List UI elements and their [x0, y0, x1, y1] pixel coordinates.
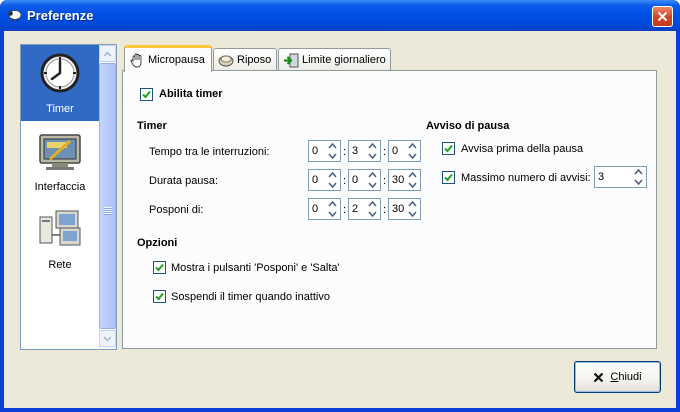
interval-hours-spin[interactable]: 0 — [308, 140, 341, 162]
duration-hours-spin[interactable]: 0 — [308, 169, 341, 191]
exit-icon — [283, 52, 299, 68]
spin-down-icon — [368, 211, 377, 217]
spin-down-icon — [368, 153, 377, 159]
tab-micropausa[interactable]: Micropausa — [124, 45, 212, 72]
sidebar-item-label: Interfaccia — [34, 181, 86, 193]
spin-down-icon — [328, 182, 337, 188]
app-sheep-icon — [7, 7, 23, 23]
sidebar-item-label: Timer — [46, 103, 74, 115]
spin-up-icon — [328, 201, 337, 207]
suspend-idle-checkbox[interactable] — [153, 290, 166, 303]
checkmark-icon — [444, 173, 453, 182]
window-title: Preferenze — [27, 8, 94, 23]
scroll-thumb[interactable] — [99, 63, 116, 329]
spin-up-icon — [368, 172, 377, 178]
warn-before-label[interactable]: Avvisa prima della pausa — [461, 143, 583, 155]
checkmark-icon — [155, 292, 164, 301]
tab-riposo[interactable]: Riposo — [213, 48, 277, 71]
spin-down-icon — [634, 179, 643, 185]
warning-heading: Avviso di pausa — [426, 120, 510, 132]
spin-up-icon — [328, 143, 337, 149]
network-icon — [36, 205, 84, 253]
micropausa-panel: Abilita timer Timer Tempo tra le interru… — [122, 70, 657, 349]
warn-before-checkbox[interactable] — [442, 142, 455, 155]
titlebar[interactable]: Preferenze — [0, 0, 680, 31]
monitor-icon — [36, 127, 84, 175]
postpone-seconds-spin[interactable]: 30 — [388, 198, 421, 220]
tab-label: Riposo — [237, 54, 272, 66]
spin-down-icon — [408, 182, 417, 188]
sidebar-item-timer[interactable]: Timer — [21, 45, 99, 121]
chevron-up-icon — [103, 50, 112, 57]
tab-limite-giornaliero[interactable]: Limite giornaliero — [278, 48, 391, 71]
category-sidebar: Timer Interfaccia Rete — [20, 44, 117, 350]
close-icon — [657, 11, 668, 22]
scroll-up-button[interactable] — [99, 45, 116, 62]
max-warnings-spin[interactable]: 3 — [594, 166, 647, 188]
duration-minutes-spin[interactable]: 0 — [348, 169, 381, 191]
checkmark-icon — [444, 144, 453, 153]
close-button-label: Chiudi — [610, 371, 642, 383]
category-list: Timer Interfaccia Rete — [21, 45, 99, 349]
spin-up-icon — [408, 201, 417, 207]
checkmark-icon — [142, 90, 151, 99]
scroll-grip — [104, 207, 112, 215]
enable-timer-label[interactable]: Abilita timer — [159, 88, 223, 100]
duration-label: Durata pausa: — [149, 175, 219, 187]
options-heading: Opzioni — [137, 237, 178, 249]
postpone-label: Posponi di: — [149, 204, 204, 216]
chevron-down-icon — [103, 335, 112, 342]
time-separator: : — [343, 204, 347, 216]
spin-up-icon — [328, 172, 337, 178]
spin-down-icon — [328, 211, 337, 217]
time-separator: : — [383, 175, 387, 187]
window-client-area: Timer Interfaccia Rete Micropausa Riposo… — [4, 31, 676, 408]
checkmark-icon — [155, 263, 164, 272]
sidebar-item-rete[interactable]: Rete — [21, 201, 99, 277]
bed-icon — [218, 52, 234, 68]
max-warnings-label[interactable]: Massimo numero di avvisi: — [461, 172, 591, 184]
show-buttons-checkbox[interactable] — [153, 261, 166, 274]
sidebar-item-interfaccia[interactable]: Interfaccia — [21, 123, 99, 199]
tab-label: Limite giornaliero — [302, 54, 386, 66]
timer-heading: Timer — [137, 120, 167, 132]
spin-down-icon — [408, 153, 417, 159]
window-close-button[interactable] — [652, 6, 673, 27]
suspend-idle-label[interactable]: Sospendi il timer quando inattivo — [171, 291, 330, 303]
spin-up-icon — [368, 143, 377, 149]
time-separator: : — [343, 175, 347, 187]
interval-minutes-spin[interactable]: 3 — [348, 140, 381, 162]
close-button[interactable]: Chiudi — [574, 361, 661, 393]
interval-label: Tempo tra le interruzioni: — [149, 146, 270, 158]
scroll-down-button[interactable] — [99, 330, 116, 347]
spin-up-icon — [634, 169, 643, 175]
spin-down-icon — [368, 182, 377, 188]
clock-icon — [36, 49, 84, 97]
hand-icon — [129, 52, 145, 68]
show-buttons-label[interactable]: Mostra i pulsanti 'Posponi' e 'Salta' — [171, 262, 340, 274]
postpone-minutes-spin[interactable]: 2 — [348, 198, 381, 220]
tab-label: Micropausa — [148, 54, 205, 66]
sidebar-scrollbar[interactable] — [99, 45, 116, 349]
interval-seconds-spin[interactable]: 0 — [388, 140, 421, 162]
enable-timer-checkbox[interactable] — [140, 88, 153, 101]
time-separator: : — [383, 146, 387, 158]
spin-up-icon — [408, 172, 417, 178]
postpone-hours-spin[interactable]: 0 — [308, 198, 341, 220]
time-separator: : — [343, 146, 347, 158]
preferences-window: Preferenze Timer Interfaccia Rete Microp… — [0, 0, 680, 412]
spin-up-icon — [368, 201, 377, 207]
spin-down-icon — [328, 153, 337, 159]
close-icon — [593, 372, 604, 383]
sidebar-item-label: Rete — [48, 259, 72, 271]
spin-down-icon — [408, 211, 417, 217]
spin-up-icon — [408, 143, 417, 149]
max-warnings-checkbox[interactable] — [442, 171, 455, 184]
time-separator: : — [383, 204, 387, 216]
duration-seconds-spin[interactable]: 30 — [388, 169, 421, 191]
